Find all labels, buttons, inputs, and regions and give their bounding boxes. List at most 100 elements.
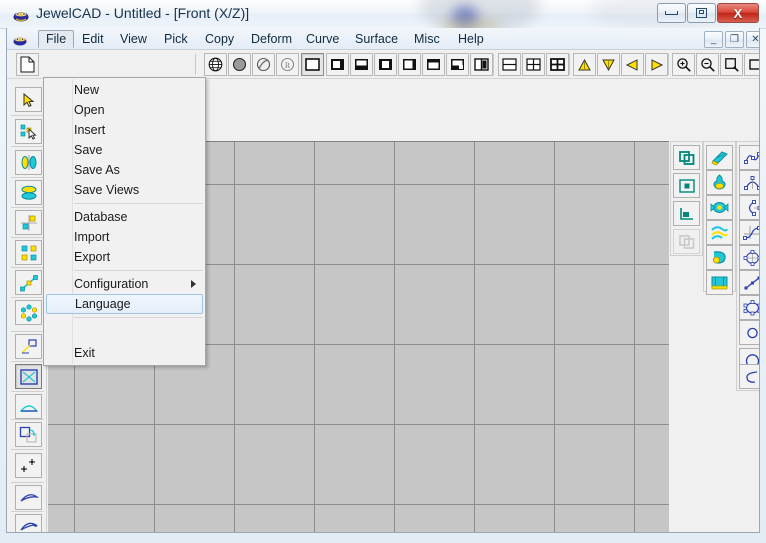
- curve-arc-icon[interactable]: [739, 170, 759, 195]
- menu-view[interactable]: View: [113, 30, 154, 48]
- curve-halfcircle-icon[interactable]: [739, 195, 759, 220]
- rotate-copy-icon[interactable]: [15, 422, 42, 447]
- menu-item-save-as[interactable]: Save As: [44, 160, 205, 180]
- curve-polygon-nodes-icon[interactable]: [739, 295, 759, 320]
- solid-corner-icon[interactable]: [673, 201, 700, 226]
- circle-icon[interactable]: [739, 320, 759, 345]
- gem-pear-icon[interactable]: [706, 170, 733, 195]
- ring-of-points-icon[interactable]: [15, 300, 42, 325]
- toolbar-separator: [11, 146, 44, 147]
- view-quad-icon[interactable]: [522, 53, 545, 76]
- new-file-icon[interactable]: [16, 53, 39, 76]
- curve-spline-icon[interactable]: [739, 145, 759, 170]
- solid-outline-icon[interactable]: [673, 229, 700, 254]
- menu-edit[interactable]: Edit: [75, 30, 111, 48]
- view-split-vertical-icon[interactable]: [470, 53, 493, 76]
- menu-item-insert[interactable]: Insert: [44, 120, 205, 140]
- solid-overlap-icon[interactable]: [673, 145, 700, 170]
- bottom-segment[interactable]: [363, 532, 443, 533]
- view-bottom-half-icon[interactable]: [350, 53, 373, 76]
- view-center-icon[interactable]: [374, 53, 397, 76]
- zoom-window-icon[interactable]: [720, 53, 743, 76]
- sphere-render-icon[interactable]: R: [276, 53, 299, 76]
- gem-marquise-icon[interactable]: [706, 195, 733, 220]
- menu-copy[interactable]: Copy: [198, 30, 241, 48]
- file-dropdown-menu[interactable]: New Open Insert Save Save As Save Views …: [43, 77, 206, 366]
- gem-wave-icon[interactable]: [706, 220, 733, 245]
- sphere-solid-icon[interactable]: [228, 53, 251, 76]
- menu-item-open[interactable]: Open: [44, 100, 205, 120]
- select-points-icon[interactable]: [15, 119, 42, 144]
- menu-misc[interactable]: Misc: [407, 30, 447, 48]
- menu-item-configuration[interactable]: Configuration: [44, 274, 205, 294]
- menu-pick[interactable]: Pick: [157, 30, 195, 48]
- bottom-segment[interactable]: [603, 532, 683, 533]
- fit-selection-icon[interactable]: [15, 364, 42, 389]
- view-grid-icon[interactable]: [546, 53, 569, 76]
- view-right-half-icon[interactable]: [398, 53, 421, 76]
- menu-item-new[interactable]: New: [44, 80, 205, 100]
- maximize-button[interactable]: [687, 3, 716, 23]
- mdi-minimize-button[interactable]: _: [704, 31, 723, 48]
- menu-file[interactable]: File: [38, 30, 75, 48]
- stack-shapes-icon[interactable]: [15, 180, 42, 205]
- diagonal-points-icon[interactable]: [15, 270, 42, 295]
- menu-curve[interactable]: Curve: [299, 30, 346, 48]
- bottom-segment[interactable]: [523, 532, 603, 533]
- bottom-segment[interactable]: [443, 532, 523, 533]
- view-split-horizontal-icon[interactable]: [498, 53, 521, 76]
- sphere-shaded-icon[interactable]: [252, 53, 275, 76]
- bottom-segment[interactable]: [48, 532, 123, 533]
- menu-item-save-views[interactable]: Save Views: [44, 180, 205, 200]
- gem-bar-icon[interactable]: [706, 145, 733, 170]
- bottom-segment[interactable]: [203, 532, 283, 533]
- menu-item-database[interactable]: Database: [44, 207, 205, 227]
- mirror-pair-icon[interactable]: [15, 150, 42, 175]
- gem-spiral-icon[interactable]: [706, 245, 733, 270]
- menu-item-import[interactable]: Import: [44, 227, 205, 247]
- menu-item-export[interactable]: Export: [44, 247, 205, 267]
- arc-open-icon[interactable]: [739, 364, 759, 389]
- curve-sweep-icon[interactable]: [15, 514, 42, 532]
- bottom-segment[interactable]: [283, 532, 363, 533]
- mdi-restore-button[interactable]: ❐: [725, 31, 744, 48]
- mdi-child-icon[interactable]: [12, 31, 28, 47]
- curve-ellipse-nodes-icon[interactable]: [739, 245, 759, 270]
- zoom-out-icon[interactable]: [696, 53, 719, 76]
- grid-point-icon[interactable]: [15, 210, 42, 235]
- grid-line-horizontal: [48, 424, 669, 425]
- view-lower-left-icon[interactable]: [446, 53, 469, 76]
- view-top-half-icon[interactable]: [422, 53, 445, 76]
- curve-axis-icon[interactable]: [739, 220, 759, 245]
- rotate-up-icon[interactable]: [573, 53, 596, 76]
- select-arrow-icon[interactable]: [15, 87, 42, 112]
- bottom-segment[interactable]: [123, 532, 203, 533]
- array-points-icon[interactable]: [15, 240, 42, 265]
- gem-band-icon[interactable]: [706, 270, 733, 295]
- zoom-fit-icon[interactable]: [744, 53, 759, 76]
- curve-line-nodes-icon[interactable]: [739, 270, 759, 295]
- rotate-down-icon[interactable]: [597, 53, 620, 76]
- menu-deform[interactable]: Deform: [244, 30, 299, 48]
- menu-item-save[interactable]: Save: [44, 140, 205, 160]
- close-button[interactable]: X: [717, 3, 759, 23]
- rotate-right-icon[interactable]: [645, 53, 668, 76]
- menu-item-exit[interactable]: Exit: [44, 343, 205, 363]
- rotate-left-icon[interactable]: [621, 53, 644, 76]
- crosshair-center-icon[interactable]: [15, 453, 42, 478]
- globe-shade-icon[interactable]: [204, 53, 227, 76]
- transform-scale-icon[interactable]: [15, 334, 42, 359]
- solid-inset-icon[interactable]: [673, 173, 700, 198]
- zoom-in-icon[interactable]: [672, 53, 695, 76]
- mdi-close-button[interactable]: ✕: [746, 31, 759, 48]
- view-left-half-icon[interactable]: [326, 53, 349, 76]
- arc-dome-icon[interactable]: [15, 394, 42, 419]
- menu-help[interactable]: Help: [451, 30, 491, 48]
- menu-item-language[interactable]: Language: [46, 294, 203, 314]
- view-full-icon[interactable]: [301, 53, 324, 76]
- menu-surface[interactable]: Surface: [348, 30, 405, 48]
- application-window: JewelCAD - Untitled - [Front (X/Z)] X Fi…: [0, 0, 766, 543]
- curve-bend-icon[interactable]: [15, 485, 42, 510]
- toolbar-separator: [11, 177, 44, 178]
- minimize-button[interactable]: [657, 3, 686, 23]
